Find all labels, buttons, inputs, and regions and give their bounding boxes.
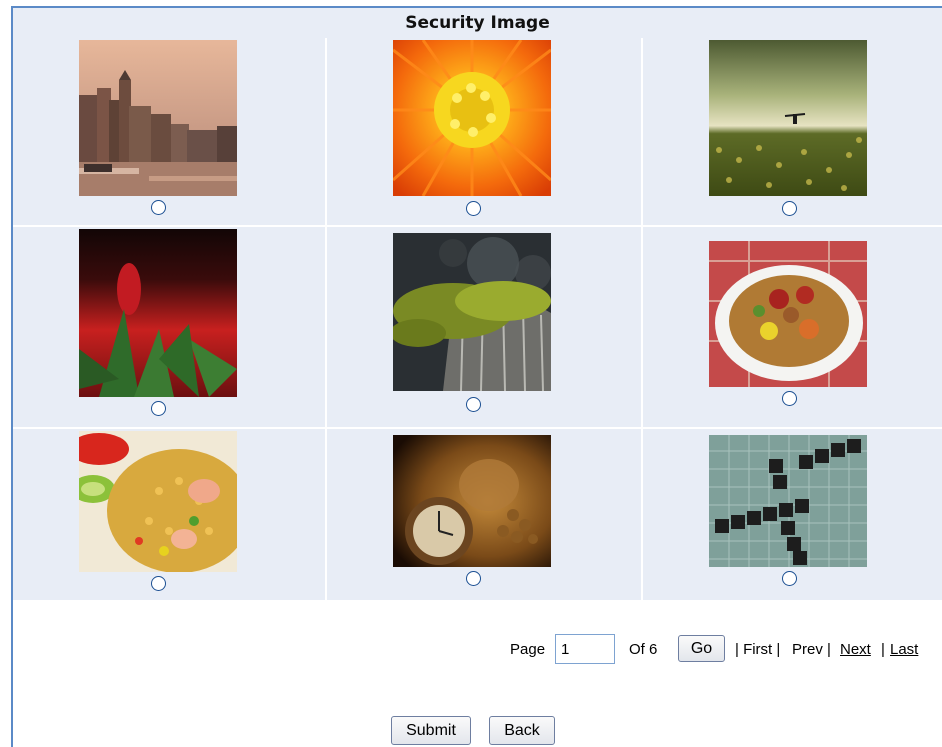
image-cell-6	[643, 227, 942, 427]
security-image-panel: Security Image Page 1 Of 6 Go | First | …	[11, 6, 942, 747]
pocket-watch-image[interactable]	[393, 435, 551, 567]
image-radio-3[interactable]	[782, 201, 797, 216]
image-cell-1	[13, 38, 325, 225]
page-count-label: Of 6	[629, 641, 658, 658]
image-cell-5	[327, 227, 641, 427]
pagination: Page Of 6 Go | First | Prev | Next | Las…	[13, 634, 942, 664]
image-cell-4	[13, 227, 325, 427]
submit-button[interactable]: Submit	[391, 716, 471, 745]
canal-city-sunset-image[interactable]	[79, 40, 237, 196]
image-radio-7[interactable]	[151, 576, 166, 591]
image-radio-8[interactable]	[466, 571, 481, 586]
image-radio-6[interactable]	[782, 391, 797, 406]
image-grid	[13, 38, 942, 600]
first-link: | First |	[735, 641, 781, 658]
page-label: Page	[510, 641, 546, 658]
noodle-plate-image[interactable]	[709, 241, 867, 387]
image-cell-2	[327, 38, 641, 225]
image-cell-7	[13, 429, 325, 600]
field-person-image[interactable]	[709, 40, 867, 196]
image-radio-9[interactable]	[782, 571, 797, 586]
red-bud-image[interactable]	[79, 229, 237, 397]
go-button[interactable]: Go	[678, 635, 725, 662]
image-radio-1[interactable]	[151, 200, 166, 215]
scrabble-business-image[interactable]	[709, 435, 867, 567]
prev-link: Prev |	[792, 641, 831, 658]
image-radio-5[interactable]	[466, 397, 481, 412]
image-radio-4[interactable]	[151, 401, 166, 416]
back-button[interactable]: Back	[489, 716, 555, 745]
fried-rice-image[interactable]	[79, 431, 237, 572]
panel-title: Security Image	[13, 8, 942, 38]
pager-separator: |	[881, 641, 885, 658]
image-radio-2[interactable]	[466, 201, 481, 216]
image-cell-9	[643, 429, 942, 600]
page-number-input[interactable]	[555, 634, 615, 664]
image-cell-3	[643, 38, 942, 225]
next-link[interactable]: Next	[840, 641, 871, 658]
orange-flower-image[interactable]	[393, 40, 551, 196]
image-cell-8	[327, 429, 641, 600]
moss-wood-image[interactable]	[393, 233, 551, 391]
last-link[interactable]: Last	[890, 641, 918, 658]
